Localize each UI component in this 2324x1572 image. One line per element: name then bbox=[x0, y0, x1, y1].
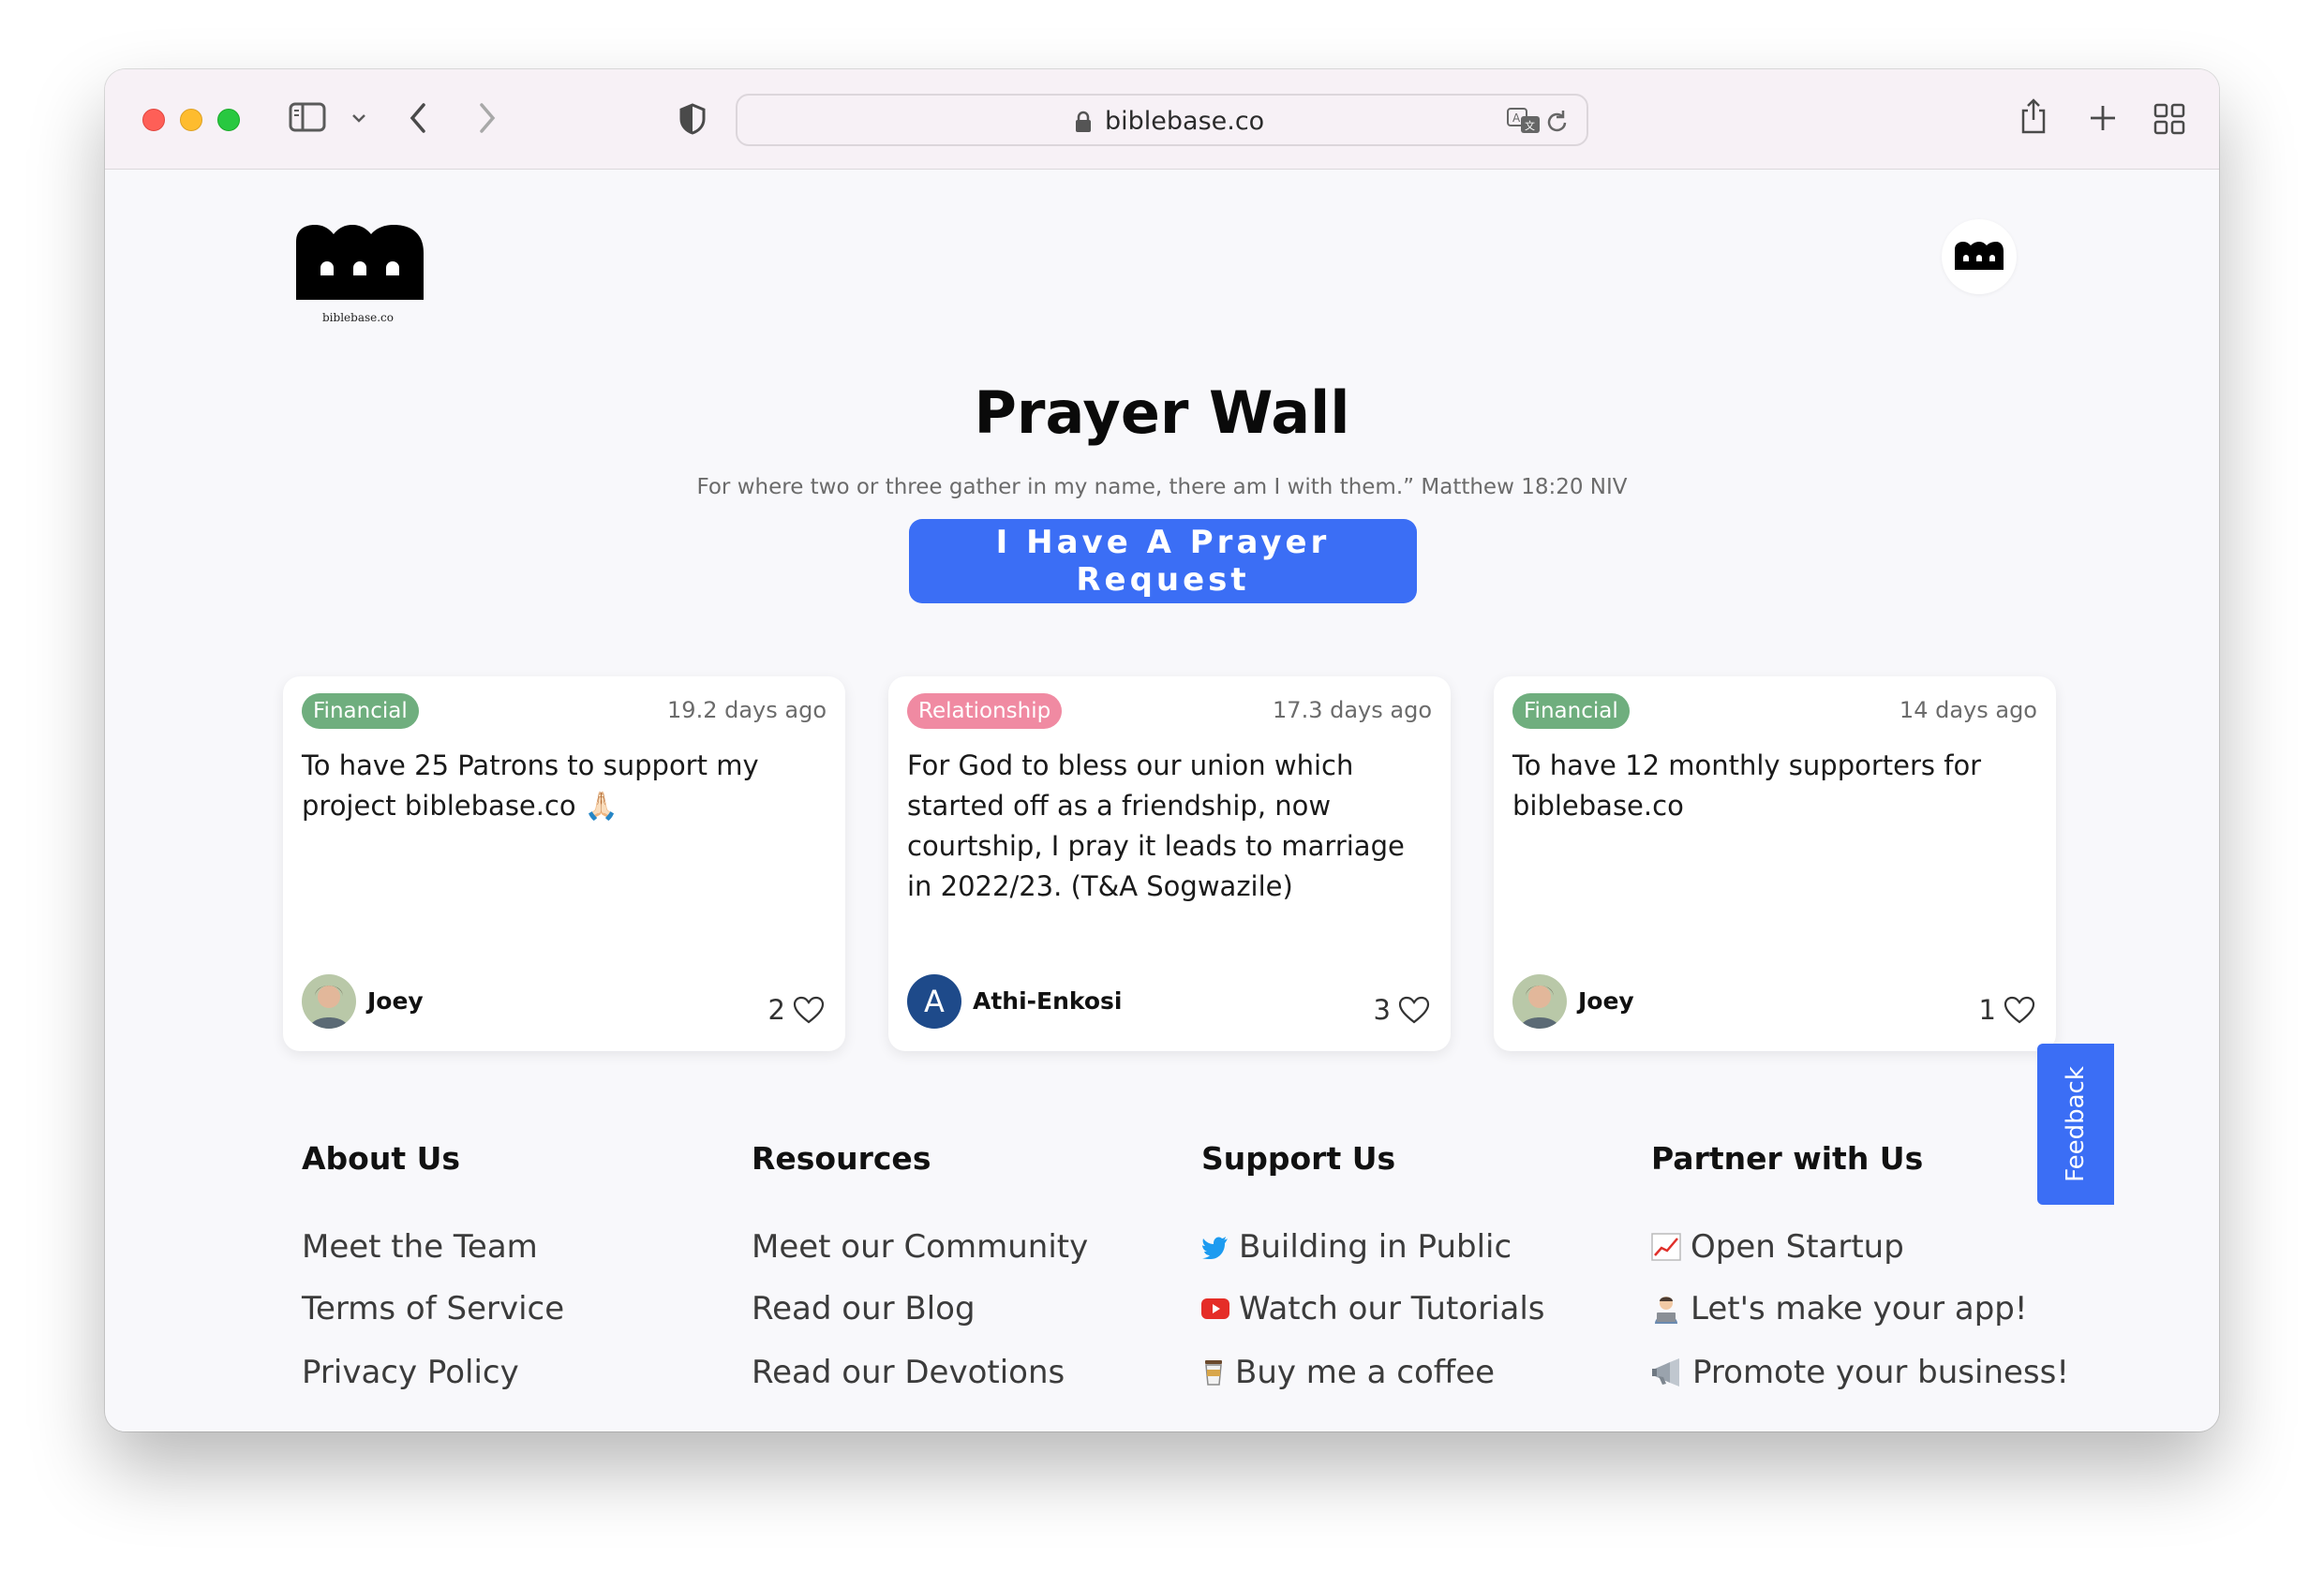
like-counter[interactable]: 2 bbox=[768, 991, 825, 1029]
new-tab-plus-icon[interactable] bbox=[2088, 103, 2118, 133]
megaphone-icon bbox=[1652, 1358, 1679, 1387]
prayer-request-button[interactable]: I Have A Prayer Request bbox=[909, 519, 1417, 603]
footer-link-label: Buy me a coffee bbox=[1235, 1354, 1496, 1391]
footer-link-label: Watch our Tutorials bbox=[1239, 1290, 1545, 1327]
feedback-label: Feedback bbox=[2062, 1066, 2091, 1182]
footer-resources: Resources Meet our Community Read our Bl… bbox=[752, 1140, 1164, 1391]
footer-about: About Us Meet the Team Terms of Service … bbox=[302, 1140, 714, 1391]
chevron-down-icon[interactable] bbox=[350, 112, 367, 124]
address-bar[interactable]: biblebase.co A文 bbox=[736, 94, 1588, 146]
post-time: 19.2 days ago bbox=[667, 697, 827, 723]
page-title: Prayer Wall bbox=[974, 378, 1350, 447]
footer-link-terms[interactable]: Terms of Service bbox=[302, 1290, 564, 1327]
svg-text:文: 文 bbox=[1525, 119, 1535, 132]
forward-arrow-icon[interactable] bbox=[476, 101, 499, 135]
back-arrow-icon[interactable] bbox=[407, 101, 429, 135]
reload-icon[interactable] bbox=[1545, 109, 1570, 139]
like-counter[interactable]: 3 bbox=[1374, 991, 1430, 1029]
footer-link-blog[interactable]: Read our Blog bbox=[752, 1290, 976, 1327]
category-badge[interactable]: Relationship bbox=[907, 693, 1063, 729]
footer-link-label: Building in Public bbox=[1239, 1228, 1512, 1266]
footer-link-label: Promote your business! bbox=[1692, 1354, 2069, 1391]
author-avatar[interactable]: A bbox=[907, 974, 961, 1029]
author-name[interactable]: Athi-Enkosi bbox=[973, 987, 1123, 1015]
browser-window: biblebase.co A文 biblebase.co Prayer Wall… bbox=[105, 69, 2219, 1431]
like-count: 1 bbox=[1978, 994, 1996, 1026]
footer-partner: Partner with Us Open Startup Let's make … bbox=[1651, 1140, 2069, 1391]
footer-heading: Partner with Us bbox=[1651, 1140, 1924, 1177]
footer-link-tutorials[interactable]: Watch our Tutorials bbox=[1201, 1290, 1545, 1327]
coffee-icon bbox=[1205, 1360, 1222, 1386]
footer-heading: Support Us bbox=[1201, 1140, 1396, 1177]
prayer-text: To have 25 Patrons to support my project… bbox=[302, 749, 759, 822]
category-badge[interactable]: Financial bbox=[1512, 693, 1630, 729]
bible-verse: For where two or three gather in my name… bbox=[696, 475, 1628, 499]
sidebar-toggle-icon[interactable] bbox=[289, 101, 326, 133]
prayer-text: For God to bless our union which started… bbox=[907, 749, 1405, 902]
footer-link-privacy[interactable]: Privacy Policy bbox=[302, 1354, 519, 1391]
like-count: 2 bbox=[767, 994, 785, 1026]
feedback-tab[interactable]: Feedback bbox=[2037, 1044, 2114, 1205]
like-count: 3 bbox=[1373, 994, 1391, 1026]
footer-link-make-app[interactable]: Let's make your app! bbox=[1651, 1290, 2028, 1327]
footer-support: Support Us Building in Public Watch our … bbox=[1201, 1140, 1614, 1391]
url-text: biblebase.co bbox=[1105, 107, 1265, 136]
lock-icon bbox=[1075, 111, 1092, 137]
footer-link-open-startup[interactable]: Open Startup bbox=[1651, 1228, 1904, 1266]
share-icon[interactable] bbox=[2019, 97, 2048, 135]
biblebase-logo[interactable] bbox=[296, 225, 427, 304]
heart-icon[interactable] bbox=[793, 996, 825, 1024]
author-avatar[interactable] bbox=[1512, 974, 1567, 1029]
prayer-text: To have 12 monthly supporters for bibleb… bbox=[1512, 749, 1982, 822]
chart-icon bbox=[1651, 1233, 1681, 1261]
svg-text:A: A bbox=[1512, 111, 1521, 125]
page-content: biblebase.co Prayer Wall For where two o… bbox=[105, 171, 2219, 1431]
author-name[interactable]: Joey bbox=[1578, 987, 1634, 1015]
post-time: 14 days ago bbox=[1899, 697, 2037, 723]
youtube-icon bbox=[1201, 1298, 1229, 1319]
category-badge[interactable]: Financial bbox=[302, 693, 419, 729]
technologist-icon bbox=[1655, 1297, 1677, 1324]
logo-caption: biblebase.co bbox=[322, 311, 394, 324]
prayer-card[interactable]: Financial 14 days ago To have 12 monthly… bbox=[1494, 676, 2056, 1051]
footer-link-building-public[interactable]: Building in Public bbox=[1201, 1228, 1512, 1266]
footer-link-community[interactable]: Meet our Community bbox=[752, 1228, 1088, 1266]
prayer-card[interactable]: Financial 19.2 days ago To have 25 Patro… bbox=[283, 676, 845, 1051]
prayer-card[interactable]: Relationship 17.3 days ago For God to bl… bbox=[888, 676, 1451, 1051]
privacy-shield-icon[interactable] bbox=[678, 103, 707, 135]
footer-link-label: Let's make your app! bbox=[1691, 1290, 2028, 1327]
maximize-window-button[interactable] bbox=[217, 109, 240, 131]
heart-icon[interactable] bbox=[1398, 996, 1430, 1024]
footer-heading: Resources bbox=[752, 1140, 931, 1177]
like-counter[interactable]: 1 bbox=[1979, 991, 2035, 1029]
author-avatar[interactable] bbox=[302, 974, 356, 1029]
post-time: 17.3 days ago bbox=[1273, 697, 1432, 723]
twitter-icon bbox=[1202, 1237, 1228, 1259]
close-window-button[interactable] bbox=[142, 109, 165, 131]
user-menu-avatar[interactable] bbox=[1942, 219, 2017, 294]
translate-icon[interactable]: A文 bbox=[1506, 107, 1542, 139]
tab-overview-icon[interactable] bbox=[2153, 103, 2185, 135]
heart-icon[interactable] bbox=[2004, 996, 2035, 1024]
footer-heading: About Us bbox=[302, 1140, 461, 1177]
footer-link-label: Open Startup bbox=[1691, 1228, 1904, 1266]
browser-toolbar: biblebase.co A文 bbox=[105, 69, 2219, 170]
footer-link-promote[interactable]: Promote your business! bbox=[1651, 1354, 2069, 1391]
footer-link-devotions[interactable]: Read our Devotions bbox=[752, 1354, 1065, 1391]
footer-link-coffee[interactable]: Buy me a coffee bbox=[1201, 1354, 1495, 1391]
minimize-window-button[interactable] bbox=[180, 109, 202, 131]
footer-link-meet-team[interactable]: Meet the Team bbox=[302, 1228, 538, 1266]
author-name[interactable]: Joey bbox=[367, 987, 424, 1015]
